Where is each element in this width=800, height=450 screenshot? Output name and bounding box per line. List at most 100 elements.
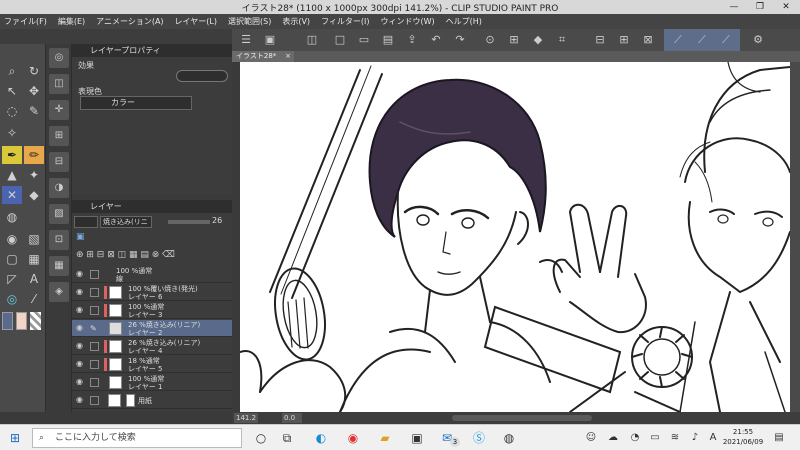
- menu-edit[interactable]: 編集(E): [58, 16, 85, 27]
- folder-icon[interactable]: ▭: [356, 32, 372, 48]
- lasso-icon[interactable]: ◌: [2, 102, 22, 120]
- subtool-icon-6[interactable]: ◑: [49, 178, 69, 198]
- gradient-icon[interactable]: ▧: [24, 230, 44, 248]
- layer-row[interactable]: ◉ 18 %通常 レイヤー 5: [72, 356, 232, 373]
- clear-icon[interactable]: ⊙: [482, 32, 498, 48]
- minimize-button[interactable]: —: [722, 0, 746, 14]
- lock-icon[interactable]: [90, 288, 99, 297]
- sub-color-swatch[interactable]: [16, 312, 27, 330]
- menu-help[interactable]: ヘルプ(H): [446, 16, 482, 27]
- visibility-eye-icon[interactable]: ◉: [76, 305, 86, 315]
- crop-icon[interactable]: ⌗: [554, 32, 570, 48]
- layer-row[interactable]: ◉ 100 %通常 レイヤー 3: [72, 302, 232, 319]
- redo-icon[interactable]: ↷: [452, 32, 468, 48]
- volume-icon[interactable]: ♪: [686, 429, 704, 447]
- fill-bucket-icon[interactable]: ◉: [2, 230, 22, 248]
- close-button[interactable]: ✕: [774, 0, 798, 14]
- subtool-icon-7[interactable]: ▨: [49, 204, 69, 224]
- visibility-eye-icon[interactable]: ◉: [76, 359, 86, 369]
- visibility-eye-icon[interactable]: ◉: [76, 395, 86, 405]
- menu-file[interactable]: ファイル(F): [4, 16, 47, 27]
- battery-icon[interactable]: ▭: [646, 429, 664, 447]
- blend-mode-select[interactable]: 焼き込み(リニア): [100, 216, 152, 228]
- windows-start-icon[interactable]: ⊞: [6, 429, 24, 447]
- layer-row[interactable]: ◉ 26 %焼き込み(リニア) レイヤー 4: [72, 338, 232, 355]
- ime-indicator[interactable]: A: [704, 429, 722, 447]
- opacity-slider[interactable]: [168, 220, 210, 224]
- layer-row[interactable]: ◉ 100 %通常 レイヤー 1: [72, 374, 232, 391]
- skype-icon[interactable]: Ⓢ: [470, 429, 488, 447]
- visibility-eye-icon[interactable]: ◉: [76, 287, 86, 297]
- subtool-icon-8[interactable]: ⊡: [49, 230, 69, 250]
- effect-toggle-group[interactable]: [176, 70, 228, 82]
- chrome-icon[interactable]: ◉: [344, 429, 362, 447]
- subtool-icon-10[interactable]: ◈: [49, 282, 69, 302]
- main-color-swatch[interactable]: [2, 312, 13, 330]
- lock-icon[interactable]: [90, 342, 99, 351]
- sparkle-icon[interactable]: ✧: [2, 124, 22, 142]
- line-icon[interactable]: ⁄: [24, 290, 44, 308]
- maximize-button[interactable]: ❐: [748, 0, 772, 14]
- select-icon[interactable]: ↖: [2, 82, 22, 100]
- eyedropper-icon[interactable]: ✎: [24, 102, 44, 120]
- balloon-icon[interactable]: ◎: [2, 290, 22, 308]
- open-icon[interactable]: ◫: [304, 32, 320, 48]
- clock[interactable]: 21:55 2021/06/09: [722, 427, 764, 447]
- layer-row[interactable]: ◉ 100 %覆い焼き(発光) レイヤー 6: [72, 284, 232, 301]
- subtool-icon-9[interactable]: ▦: [49, 256, 69, 276]
- ruler-tool-icon[interactable]: ◸: [2, 270, 22, 288]
- subtool-icon-3[interactable]: ✛: [49, 100, 69, 120]
- pen-tool-icon[interactable]: ✒: [2, 146, 22, 164]
- export-icon[interactable]: ⇪: [404, 32, 420, 48]
- rotate-icon[interactable]: ↻: [24, 62, 44, 80]
- zoom-field[interactable]: 141.2: [234, 413, 258, 423]
- layer-color-box[interactable]: [74, 216, 98, 228]
- tab-illustration[interactable]: イラスト28* ×: [232, 51, 294, 62]
- fill-icon[interactable]: ◆: [530, 32, 546, 48]
- explorer-icon[interactable]: ▰: [376, 429, 394, 447]
- rect-icon[interactable]: ▢: [2, 250, 22, 268]
- frame-icon[interactable]: ▦: [24, 250, 44, 268]
- visibility-eye-icon[interactable]: ◉: [76, 341, 86, 351]
- lock-icon[interactable]: [90, 306, 99, 315]
- new-canvas-icon[interactable]: □: [332, 32, 348, 48]
- menu-selection[interactable]: 選択範囲(S): [228, 16, 271, 27]
- visibility-eye-icon[interactable]: ◉: [76, 377, 86, 387]
- menu-window[interactable]: ウィンドウ(W): [381, 16, 435, 27]
- zoom-icon[interactable]: ⌕: [2, 62, 22, 80]
- ruler-icon[interactable]: ⊟: [592, 32, 608, 48]
- lock-icon[interactable]: [90, 396, 99, 405]
- transform-icon[interactable]: ⊞: [506, 32, 522, 48]
- layer-tool-icon-1[interactable]: ▣: [76, 232, 85, 242]
- lock-icon[interactable]: [90, 378, 99, 387]
- pen-stroke-icon[interactable]: ⟋: [670, 32, 686, 48]
- people-icon[interactable]: ☺: [582, 429, 600, 447]
- visibility-eye-icon[interactable]: ◉: [76, 269, 86, 279]
- pen-stroke-2-icon[interactable]: ⟋: [694, 32, 710, 48]
- menu-view[interactable]: 表示(V): [282, 16, 310, 27]
- subtool-icon-1[interactable]: ◎: [49, 48, 69, 68]
- brush-icon[interactable]: ▲: [2, 166, 22, 184]
- decoration-icon[interactable]: ✕: [2, 186, 22, 204]
- taskbar-search-input[interactable]: ⌕ ここに入力して検索: [32, 428, 242, 448]
- settings-icon[interactable]: ⚙: [750, 32, 766, 48]
- new-file-icon[interactable]: ▣: [262, 32, 278, 48]
- clip-studio-icon[interactable]: ◍: [500, 429, 518, 447]
- notification-icon[interactable]: ▤: [770, 429, 788, 447]
- pencil-tool-icon[interactable]: ✏: [24, 146, 44, 164]
- eraser-icon[interactable]: ◆: [24, 186, 44, 204]
- store-icon[interactable]: ▣: [408, 429, 426, 447]
- airbrush-icon[interactable]: ✦: [24, 166, 44, 184]
- visibility-eye-icon[interactable]: ◉: [76, 323, 86, 333]
- tab-close-icon[interactable]: ×: [285, 51, 291, 62]
- text-tool-icon[interactable]: A: [24, 270, 44, 288]
- lock-icon[interactable]: [90, 360, 99, 369]
- angle-field[interactable]: 0.0: [282, 413, 302, 423]
- grid-icon[interactable]: ⊞: [616, 32, 632, 48]
- menu-layer[interactable]: レイヤー(L): [175, 16, 217, 27]
- subtool-icon-2[interactable]: ◫: [49, 74, 69, 94]
- color-mode-select[interactable]: カラー: [80, 96, 192, 110]
- layer-row[interactable]: ◉ 用紙: [72, 392, 232, 409]
- snap-icon[interactable]: ⊠: [640, 32, 656, 48]
- subtool-icon-5[interactable]: ⊟: [49, 152, 69, 172]
